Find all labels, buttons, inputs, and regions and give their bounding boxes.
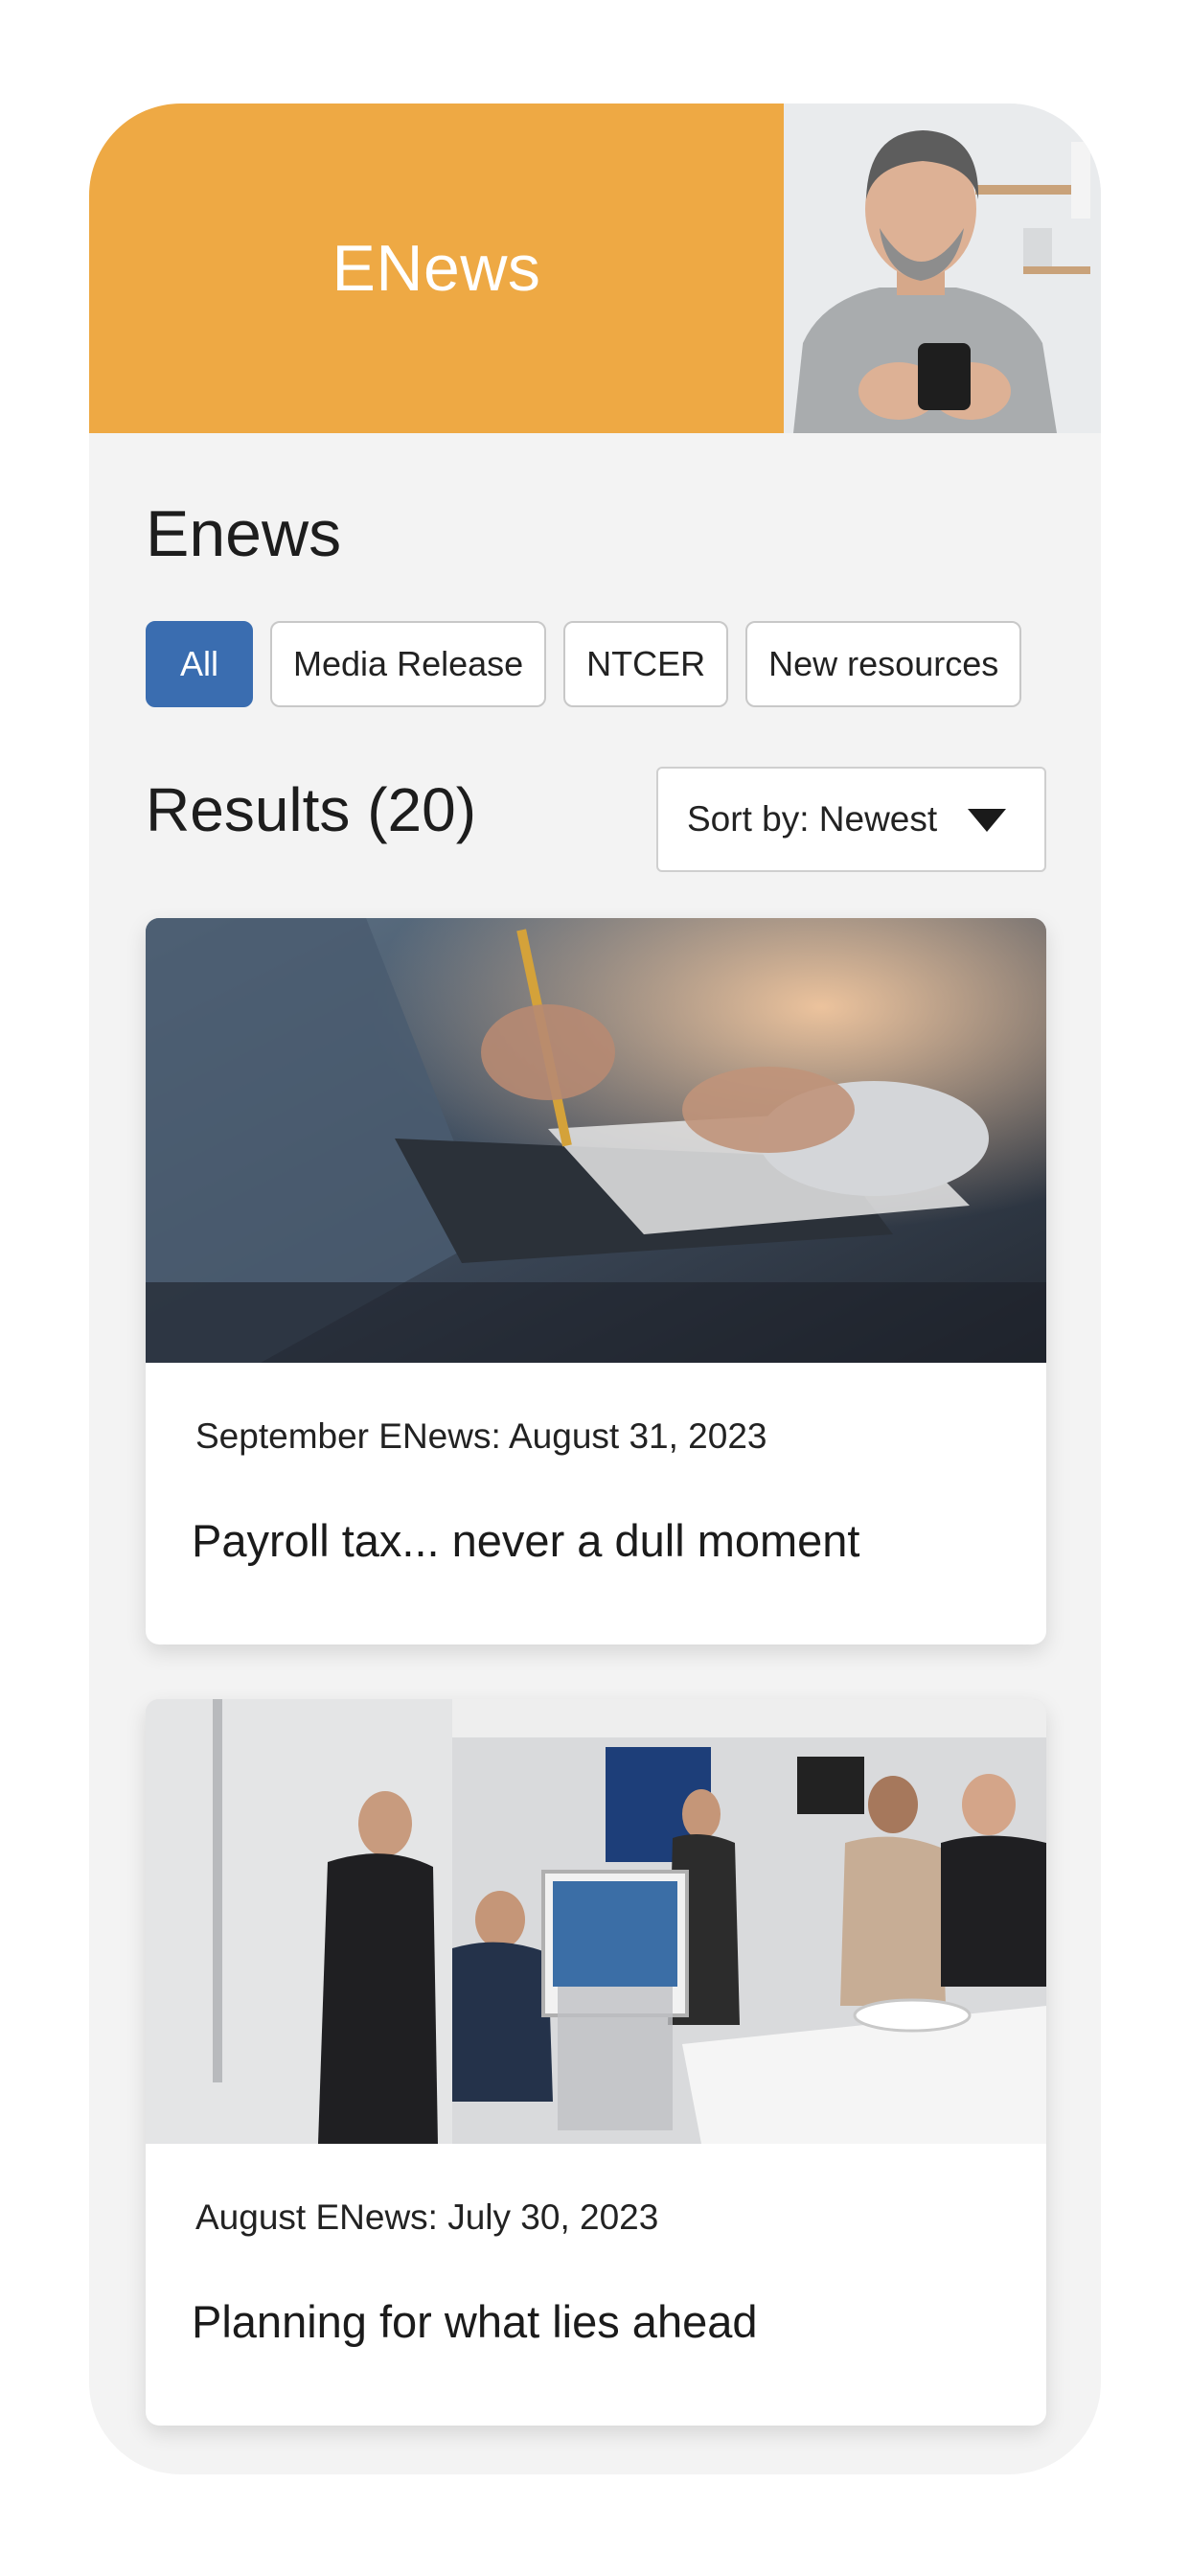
article-card[interactable]: August ENews: July 30, 2023 Planning for… (146, 1699, 1046, 2426)
sort-label: Sort by: Newest (687, 799, 938, 839)
article-meta: September ENews: August 31, 2023 (195, 1416, 767, 1456)
filter-tab-new-resources[interactable]: New resources (745, 621, 1022, 707)
article-image-laptop-writing (146, 918, 1046, 1363)
filter-tab-all[interactable]: All (146, 621, 254, 707)
caret-down-icon (968, 809, 1006, 832)
hero-title: ENews (332, 232, 541, 305)
filter-tabs: All Media Release NTCER New resources (146, 621, 1022, 707)
article-image-conference-booth (146, 1699, 1046, 2144)
enews-page: ENews Enews All Media Release NTCER New … (89, 104, 1101, 2474)
hero-photo-illustration (784, 104, 1101, 433)
hero-title-panel: ENews (89, 104, 784, 433)
article-meta: August ENews: July 30, 2023 (195, 2197, 659, 2237)
filter-tab-media-release[interactable]: Media Release (270, 621, 547, 707)
filter-tab-ntcer[interactable]: NTCER (563, 621, 729, 707)
article-photo-illustration (146, 1699, 1046, 2144)
results-count: Results (20) (146, 775, 476, 844)
article-title[interactable]: Planning for what lies ahead (192, 2295, 758, 2348)
article-photo-illustration (146, 918, 1046, 1363)
section-heading: Enews (146, 497, 342, 570)
sort-dropdown[interactable]: Sort by: Newest (656, 767, 1046, 872)
article-card[interactable]: September ENews: August 31, 2023 Payroll… (146, 918, 1046, 1644)
article-title[interactable]: Payroll tax... never a dull moment (192, 1514, 859, 1567)
hero-banner: ENews (89, 104, 1101, 433)
hero-image-man-with-phone (784, 104, 1101, 433)
